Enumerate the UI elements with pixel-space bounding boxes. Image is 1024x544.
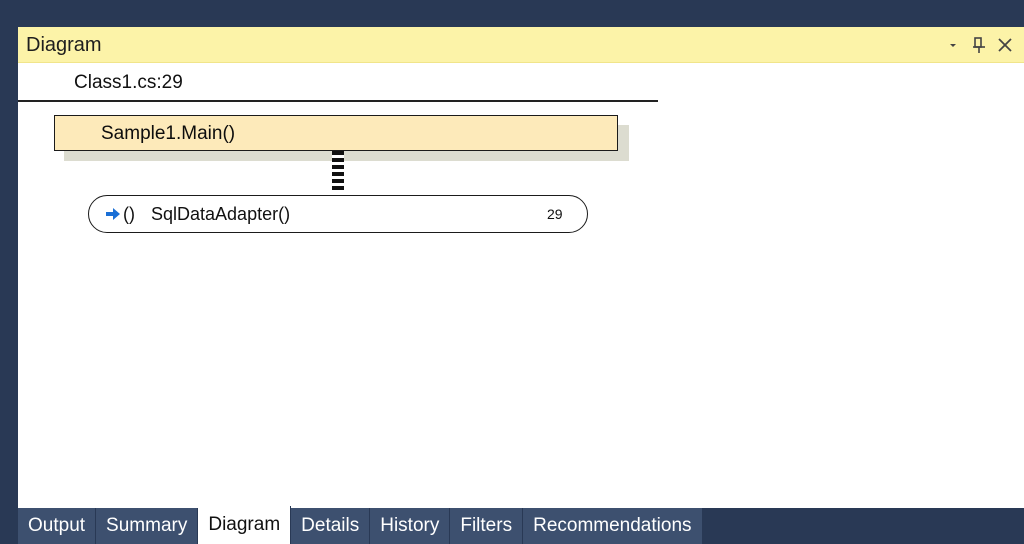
- call-parens: (): [123, 204, 135, 224]
- call-node-label: SqlDataAdapter(): [151, 204, 291, 224]
- tab-details[interactable]: Details: [291, 508, 371, 544]
- tab-history[interactable]: History: [370, 508, 451, 544]
- breadcrumb-divider: [18, 100, 658, 102]
- tab-recommendations[interactable]: Recommendations: [523, 508, 703, 544]
- close-icon[interactable]: [992, 32, 1018, 58]
- method-node[interactable]: Sample1.Main(): [54, 115, 618, 151]
- call-connector: [332, 151, 344, 191]
- tab-filters[interactable]: Filters: [450, 508, 524, 544]
- tab-bar: Output Summary Diagram Details History F…: [18, 506, 703, 544]
- tab-summary[interactable]: Summary: [96, 508, 199, 544]
- panel-title-bar[interactable]: Diagram: [18, 27, 1024, 63]
- dropdown-arrow-icon[interactable]: [940, 32, 966, 58]
- panel-controls: [940, 31, 1018, 59]
- call-arrow-icon: [106, 208, 120, 220]
- tab-output[interactable]: Output: [18, 508, 97, 544]
- breadcrumb[interactable]: Class1.cs:29: [74, 72, 183, 94]
- method-node-label: Sample1.Main(): [101, 123, 236, 144]
- diagram-panel: Diagram Class1.cs:29 Sample1.Main() () S…: [18, 27, 1024, 508]
- pin-icon[interactable]: [966, 32, 992, 58]
- tab-diagram[interactable]: Diagram: [198, 506, 292, 544]
- window: Diagram Class1.cs:29 Sample1.Main() () S…: [0, 0, 1024, 544]
- panel-title: Diagram: [26, 34, 102, 56]
- call-line-number: 29: [547, 206, 563, 222]
- call-node[interactable]: () SqlDataAdapter() 29: [88, 195, 588, 233]
